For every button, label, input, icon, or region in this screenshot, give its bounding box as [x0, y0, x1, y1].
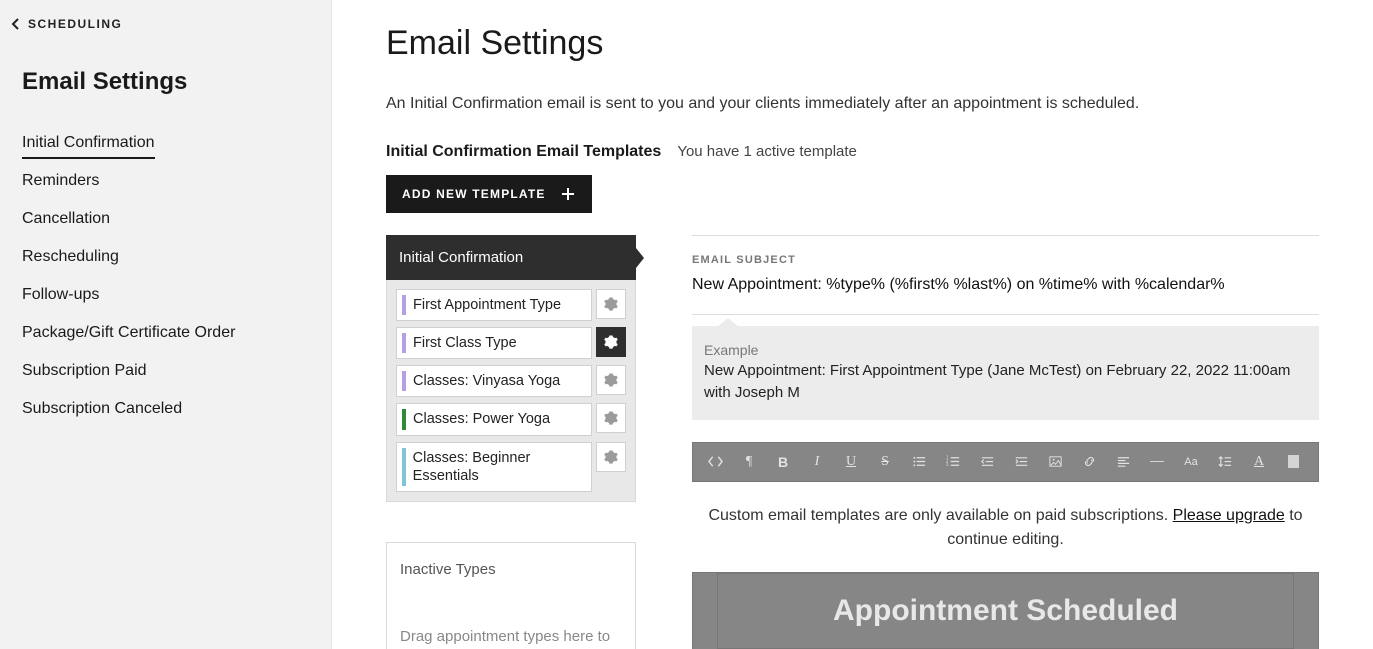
- svg-text:3: 3: [946, 463, 949, 468]
- chevron-left-icon: [8, 16, 24, 32]
- subject-block: EMAIL SUBJECT New Appointment: %type% (%…: [692, 235, 1319, 315]
- color-bar: [402, 371, 406, 391]
- gear-icon: [604, 297, 618, 311]
- back-label: SCHEDULING: [28, 17, 122, 31]
- inactive-types-box[interactable]: Inactive Types Drag appointment types he…: [386, 542, 636, 649]
- line-height-icon[interactable]: [1209, 446, 1241, 478]
- nav-cancellation[interactable]: Cancellation: [22, 200, 309, 238]
- template-column: Initial Confirmation First Appointment T…: [386, 235, 636, 649]
- gear-button[interactable]: [596, 442, 626, 472]
- sidebar-nav: Initial Confirmation Reminders Cancellat…: [22, 124, 309, 428]
- background-color-icon[interactable]: [1277, 446, 1309, 478]
- gear-icon: [604, 335, 618, 349]
- main-content: Email Settings An Initial Confirmation e…: [332, 0, 1373, 649]
- align-icon[interactable]: [1107, 446, 1139, 478]
- bold-icon[interactable]: B: [767, 446, 799, 478]
- section-header: Initial Confirmation Email Templates You…: [386, 143, 1319, 161]
- strikethrough-icon[interactable]: S: [869, 446, 901, 478]
- upgrade-link[interactable]: Please upgrade: [1173, 507, 1285, 524]
- upgrade-message: Custom email templates are only availabl…: [696, 504, 1316, 552]
- nav-subscription-canceled[interactable]: Subscription Canceled: [22, 390, 309, 428]
- subject-value[interactable]: New Appointment: %type% (%first% %last%)…: [692, 276, 1319, 294]
- outdent-icon[interactable]: [971, 446, 1003, 478]
- example-box: Example New Appointment: First Appointme…: [692, 326, 1319, 420]
- sidebar: SCHEDULING Email Settings Initial Confir…: [0, 0, 332, 649]
- editor-toolbar: ¶ B I U S 123 Aa A: [692, 442, 1319, 482]
- text-size-icon[interactable]: Aa: [1175, 446, 1207, 478]
- nav-package-gift[interactable]: Package/Gift Certificate Order: [22, 314, 309, 352]
- page-title: Email Settings: [386, 24, 1319, 63]
- editor-column: EMAIL SUBJECT New Appointment: %type% (%…: [692, 235, 1319, 649]
- type-power-yoga[interactable]: Classes: Power Yoga: [396, 403, 592, 435]
- image-icon[interactable]: [1039, 446, 1071, 478]
- nav-rescheduling[interactable]: Rescheduling: [22, 238, 309, 276]
- example-text: New Appointment: First Appointment Type …: [704, 360, 1307, 404]
- type-first-appointment[interactable]: First Appointment Type: [396, 289, 592, 321]
- page-intro: An Initial Confirmation email is sent to…: [386, 95, 1319, 113]
- back-link[interactable]: SCHEDULING: [8, 16, 309, 32]
- type-row: First Class Type: [396, 327, 626, 359]
- subject-label: EMAIL SUBJECT: [692, 254, 1319, 266]
- type-row: Classes: Power Yoga: [396, 403, 626, 435]
- type-beginner-essentials[interactable]: Classes: Beginner Essentials: [396, 442, 592, 492]
- code-view-icon[interactable]: [699, 446, 731, 478]
- color-bar: [402, 448, 406, 486]
- type-row: Classes: Beginner Essentials: [396, 442, 626, 492]
- sidebar-title: Email Settings: [22, 68, 309, 96]
- type-row: Classes: Vinyasa Yoga: [396, 365, 626, 397]
- text-color-icon[interactable]: A: [1243, 446, 1275, 478]
- gear-icon: [604, 411, 618, 425]
- underline-icon[interactable]: U: [835, 446, 867, 478]
- preview-title: Appointment Scheduled: [718, 573, 1294, 648]
- add-new-template-button[interactable]: ADD NEW TEMPLATE: [386, 175, 592, 213]
- example-label: Example: [704, 342, 1307, 358]
- color-bar: [402, 295, 406, 315]
- section-title: Initial Confirmation Email Templates: [386, 143, 661, 161]
- active-template-count: You have 1 active template: [677, 143, 857, 160]
- inactive-title: Inactive Types: [400, 561, 622, 578]
- horizontal-rule-icon[interactable]: [1141, 446, 1173, 478]
- gear-icon: [604, 373, 618, 387]
- plus-icon: [560, 186, 576, 202]
- add-template-label: ADD NEW TEMPLATE: [402, 187, 546, 201]
- nav-initial-confirmation[interactable]: Initial Confirmation: [22, 124, 309, 162]
- indent-icon[interactable]: [1005, 446, 1037, 478]
- unordered-list-icon[interactable]: [903, 446, 935, 478]
- type-vinyasa-yoga[interactable]: Classes: Vinyasa Yoga: [396, 365, 592, 397]
- nav-reminders[interactable]: Reminders: [22, 162, 309, 200]
- type-first-class[interactable]: First Class Type: [396, 327, 592, 359]
- italic-icon[interactable]: I: [801, 446, 833, 478]
- gear-button[interactable]: [596, 289, 626, 319]
- gear-button[interactable]: [596, 327, 626, 357]
- color-bar: [402, 333, 406, 353]
- link-icon[interactable]: [1073, 446, 1105, 478]
- ordered-list-icon[interactable]: 123: [937, 446, 969, 478]
- email-body-preview: Appointment Scheduled for %first% %last%: [692, 572, 1319, 649]
- gear-icon: [604, 450, 618, 464]
- template-type-list: First Appointment Type First Class Type: [386, 280, 636, 502]
- template-header[interactable]: Initial Confirmation: [386, 235, 636, 280]
- inactive-hint: Drag appointment types here to make them…: [400, 626, 622, 649]
- nav-follow-ups[interactable]: Follow-ups: [22, 276, 309, 314]
- nav-subscription-paid[interactable]: Subscription Paid: [22, 352, 309, 390]
- gear-button[interactable]: [596, 403, 626, 433]
- paragraph-icon[interactable]: ¶: [733, 446, 765, 478]
- color-bar: [402, 409, 406, 429]
- type-row: First Appointment Type: [396, 289, 626, 321]
- gear-button[interactable]: [596, 365, 626, 395]
